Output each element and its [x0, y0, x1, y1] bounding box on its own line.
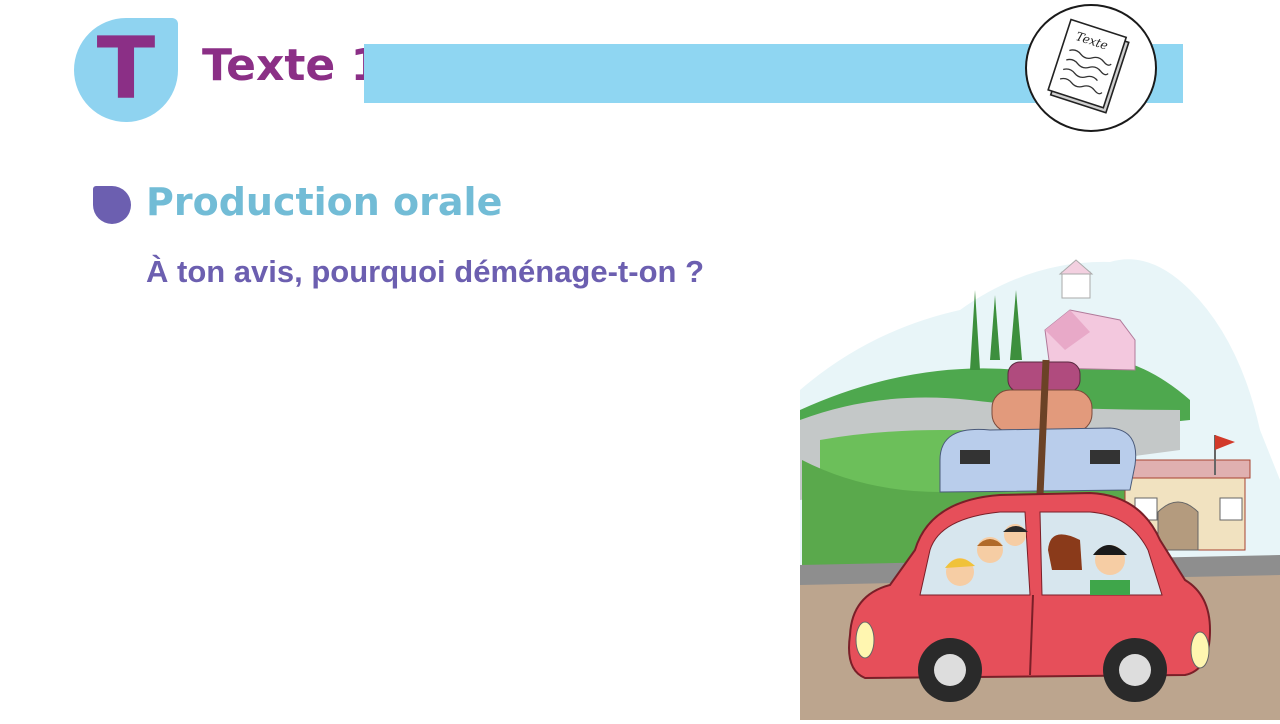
badge-letter: T: [96, 19, 156, 119]
document-icon: Texte: [1025, 4, 1157, 132]
heading-bullet: [93, 186, 131, 224]
section-heading: Production orale: [146, 180, 503, 224]
section-badge: T: [74, 18, 178, 122]
section-title: Texte 1: [202, 40, 382, 91]
family-car-illustration: [790, 250, 1280, 720]
question-text: À ton avis, pourquoi déménage-t-on ?: [146, 254, 704, 289]
